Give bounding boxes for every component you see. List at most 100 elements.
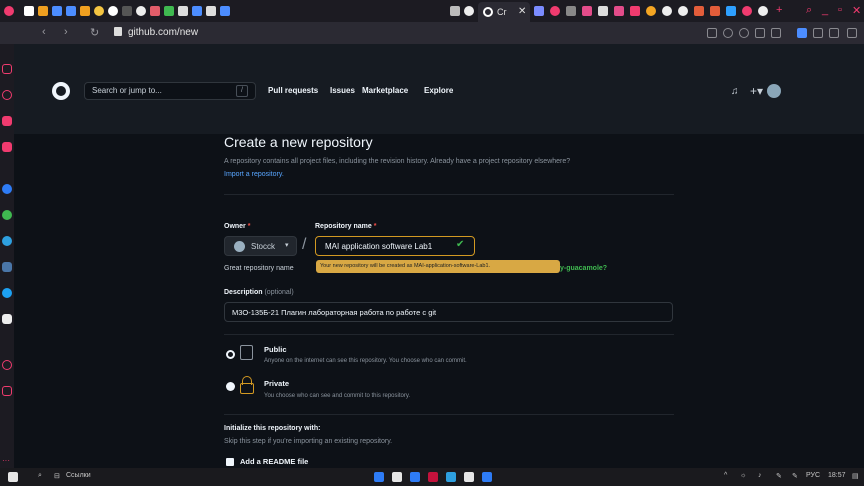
screenshot-icon[interactable] xyxy=(707,28,717,38)
download-icon[interactable] xyxy=(829,28,839,38)
tab-icon[interactable] xyxy=(678,6,688,16)
heart-icon[interactable] xyxy=(771,28,781,38)
tab-icon[interactable] xyxy=(24,6,34,16)
keyboard-language[interactable]: РУС xyxy=(806,472,820,479)
pen-icon[interactable]: ✎ xyxy=(776,472,782,480)
tab-icon[interactable] xyxy=(80,6,90,16)
tab-icon[interactable] xyxy=(206,6,216,16)
tray-chevron-icon[interactable]: ^ xyxy=(724,472,727,479)
close-tab-icon[interactable]: ✕ xyxy=(518,6,526,17)
minimize-icon[interactable]: _ xyxy=(822,4,828,16)
active-tab[interactable]: Cr ✕ xyxy=(478,2,530,22)
firefox-menu-icon[interactable] xyxy=(4,6,14,16)
import-repository-link[interactable]: Import a repository. xyxy=(224,171,284,178)
description-input[interactable]: М3О-135Б-21 Плагин лабораторная работа п… xyxy=(224,302,673,322)
block-icon[interactable] xyxy=(739,28,749,38)
telegram-icon[interactable] xyxy=(446,472,456,482)
github-logo-icon[interactable] xyxy=(52,82,70,100)
search-input[interactable]: Search or jump to... xyxy=(84,82,256,100)
tab-icon[interactable] xyxy=(164,6,174,16)
bell-icon[interactable]: ♫ xyxy=(731,86,739,97)
tab-icon[interactable] xyxy=(726,6,736,16)
tab-icon[interactable] xyxy=(220,6,230,16)
tab-icon[interactable] xyxy=(710,6,720,16)
store-icon[interactable] xyxy=(392,472,402,482)
tab-icon[interactable] xyxy=(662,6,672,16)
tab-icon[interactable] xyxy=(94,6,104,16)
vk-icon[interactable] xyxy=(2,262,12,272)
search-tabs-icon[interactable]: ⌕ xyxy=(806,4,812,17)
tab-icon[interactable] xyxy=(742,6,752,16)
avatar[interactable] xyxy=(767,84,781,98)
network-icon[interactable]: ☼ xyxy=(740,472,746,479)
maximize-icon[interactable]: ▫ xyxy=(838,4,842,16)
player-icon[interactable] xyxy=(2,386,12,396)
tab-icon[interactable] xyxy=(38,6,48,16)
close-window-icon[interactable]: ✕ xyxy=(852,4,861,17)
reload-icon[interactable]: ↻ xyxy=(90,26,99,39)
gamepad-icon[interactable] xyxy=(2,64,12,74)
app-icon[interactable] xyxy=(482,472,492,482)
tray-icon[interactable]: ✎ xyxy=(792,472,798,480)
explorer-icon[interactable] xyxy=(374,472,384,482)
search-icon[interactable]: ⌕ xyxy=(38,472,42,480)
opera-gx-icon[interactable] xyxy=(428,472,438,482)
more-icon[interactable]: ··· xyxy=(2,450,12,465)
shield-icon[interactable] xyxy=(813,28,823,38)
create-new-icon[interactable]: +▾ xyxy=(750,84,763,98)
notifications-icon[interactable]: ▤ xyxy=(852,472,859,480)
tab-icon[interactable] xyxy=(108,6,118,16)
volume-icon[interactable]: ♪ xyxy=(758,472,762,479)
private-radio[interactable] xyxy=(226,382,235,391)
speedometer-icon[interactable] xyxy=(2,90,12,100)
nav-pull-requests[interactable]: Pull requests xyxy=(268,86,318,95)
telegram-icon[interactable] xyxy=(2,236,12,246)
tab-icon[interactable] xyxy=(758,6,768,16)
address-bar[interactable]: github.com/new xyxy=(128,27,198,38)
forward-icon[interactable]: › xyxy=(64,26,68,38)
tab-icon[interactable] xyxy=(566,6,576,16)
camera-icon[interactable] xyxy=(723,28,733,38)
twitter-icon[interactable] xyxy=(2,288,12,298)
task-view-icon[interactable]: ⊟ xyxy=(54,472,60,480)
menu-icon[interactable] xyxy=(847,28,857,38)
whatsapp-icon[interactable] xyxy=(2,210,12,220)
tab-icon[interactable] xyxy=(598,6,608,16)
extension-icon[interactable] xyxy=(797,28,807,38)
nav-marketplace[interactable]: Marketplace xyxy=(362,86,408,95)
tab-icon[interactable] xyxy=(694,6,704,16)
bag-icon[interactable] xyxy=(2,116,12,126)
tab-icon[interactable] xyxy=(550,6,560,16)
tab-icon[interactable] xyxy=(534,6,544,16)
play-icon[interactable] xyxy=(755,28,765,38)
tab-icon[interactable] xyxy=(136,6,146,16)
tab-icon[interactable] xyxy=(178,6,188,16)
public-radio[interactable] xyxy=(226,350,235,359)
history-icon[interactable] xyxy=(2,360,12,370)
nav-issues[interactable]: Issues xyxy=(330,86,355,95)
tab-icon[interactable] xyxy=(122,6,132,16)
suggested-name-link[interactable]: y-guacamole? xyxy=(560,265,607,272)
owner-select[interactable]: Stocck ▾ xyxy=(224,236,297,256)
tab-icon[interactable] xyxy=(66,6,76,16)
nav-explore[interactable]: Explore xyxy=(424,86,453,95)
tab-icon[interactable] xyxy=(464,6,474,16)
repository-name-input[interactable]: MAI application software Lab1 xyxy=(315,236,475,256)
windows-start-icon[interactable] xyxy=(8,472,18,482)
tab-icon[interactable] xyxy=(150,6,160,16)
messenger-icon[interactable] xyxy=(2,184,12,194)
chat-icon[interactable] xyxy=(2,314,12,324)
tab-icon[interactable] xyxy=(630,6,640,16)
mail-icon[interactable] xyxy=(410,472,420,482)
clock[interactable]: 18:57 xyxy=(828,472,846,479)
tab-icon[interactable] xyxy=(582,6,592,16)
vscode-icon[interactable] xyxy=(464,472,474,482)
readme-checkbox[interactable] xyxy=(226,458,234,466)
back-icon[interactable]: ‹ xyxy=(42,26,46,38)
tab-icon[interactable] xyxy=(614,6,624,16)
tab-icon[interactable] xyxy=(450,6,460,16)
tab-icon[interactable] xyxy=(646,6,656,16)
tab-icon[interactable] xyxy=(52,6,62,16)
links-label[interactable]: Ссылки xyxy=(66,472,91,479)
tab-icon[interactable] xyxy=(192,6,202,16)
